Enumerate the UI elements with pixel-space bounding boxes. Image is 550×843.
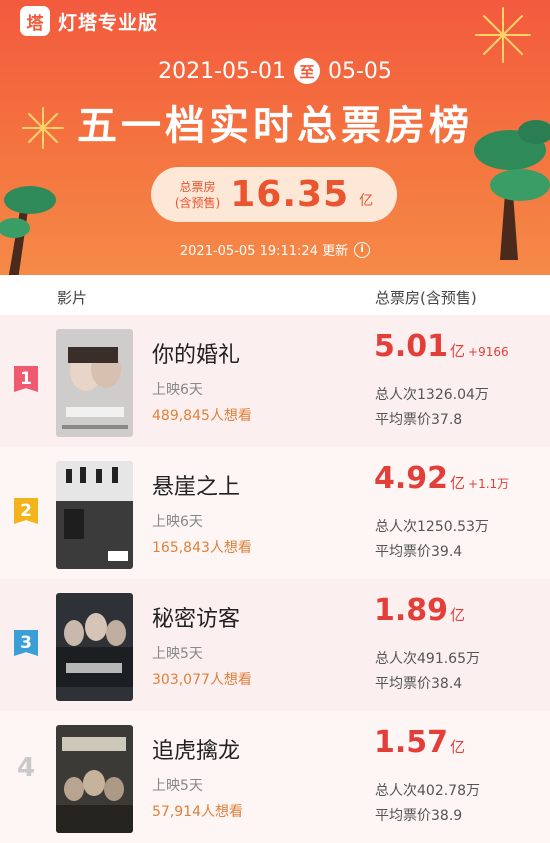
- box-office: 4.92 亿 +1.1万: [374, 461, 509, 496]
- rank-badge: 2: [14, 498, 38, 524]
- movie-title[interactable]: 你的婚礼: [152, 337, 240, 369]
- box-office-unit: 亿: [450, 738, 466, 756]
- movie-poster[interactable]: [56, 725, 133, 833]
- info-icon[interactable]: i: [354, 241, 371, 258]
- box-office-delta: +9166: [468, 345, 509, 359]
- rank-number: 4: [16, 753, 36, 783]
- movie-poster[interactable]: [56, 593, 133, 701]
- want-to-see: 165,843人想看: [152, 540, 252, 556]
- date-start: 2021-05-01: [158, 58, 286, 84]
- rank-badge: 1: [14, 366, 38, 392]
- page-title: 五一档实时总票房榜: [77, 103, 473, 149]
- release-days: 上映6天: [152, 514, 203, 530]
- rank-badge: 3: [14, 630, 38, 656]
- brand-logo-glyph: 塔: [26, 13, 44, 34]
- column-box-office: 总票房(含预售): [375, 289, 477, 307]
- update-timestamp: 2021-05-05 19:11:24 更新 i: [0, 240, 550, 259]
- date-range: 2021-05-01 至 05-05: [0, 58, 550, 84]
- want-to-see: 489,845人想看: [152, 408, 252, 424]
- average-price: 平均票价38.9: [375, 808, 463, 824]
- movie-poster[interactable]: [56, 461, 133, 569]
- average-price: 平均票价39.4: [375, 544, 463, 560]
- movie-title[interactable]: 秘密访客: [152, 601, 240, 633]
- box-office: 5.01 亿 +9166: [374, 329, 509, 364]
- release-days: 上映6天: [152, 382, 203, 398]
- movie-list: 1 你的婚礼 上映6天 489,845人想看 5.01 亿 +9166 总人次1…: [0, 315, 550, 843]
- brand: 塔 灯塔专业版: [20, 6, 158, 36]
- total-label: 总票房 (含预售): [175, 179, 220, 211]
- release-days: 上映5天: [152, 646, 203, 662]
- movie-title[interactable]: 追虎擒龙: [152, 733, 240, 765]
- header-banner: 塔 灯塔专业版 2021-05-01 至 05-05 五一档实时总票房榜 总票房…: [0, 0, 550, 275]
- movie-poster[interactable]: [56, 329, 133, 437]
- update-text: 2021-05-05 19:11:24 更新: [179, 244, 349, 259]
- box-office-unit: 亿: [450, 342, 466, 360]
- average-price: 平均票价37.8: [375, 412, 463, 428]
- total-viewers: 总人次491.65万: [375, 651, 480, 667]
- total-box-office-pill: 总票房 (含预售) 16.35 亿: [151, 167, 397, 222]
- pine-tree-icon: [0, 186, 56, 275]
- want-to-see: 57,914人想看: [152, 804, 243, 820]
- total-viewers: 总人次402.78万: [375, 783, 480, 799]
- average-price: 平均票价38.4: [375, 676, 463, 692]
- brand-name: 灯塔专业版: [58, 11, 159, 34]
- movie-row[interactable]: 3 秘密访客 上映5天 303,077人想看 1.89 亿 总人次491.65万…: [0, 579, 550, 711]
- box-office-unit: 亿: [450, 474, 466, 492]
- total-label-line1: 总票房: [179, 179, 216, 194]
- box-office-value: 1.89: [374, 593, 449, 628]
- column-header: 影片 总票房(含预售): [0, 275, 550, 315]
- want-to-see: 303,077人想看: [152, 672, 252, 688]
- date-to-badge: 至: [293, 58, 320, 84]
- lighthouse-logo-icon: 塔: [20, 6, 50, 36]
- total-value: 16.35: [230, 174, 350, 215]
- date-end: 05-05: [327, 58, 392, 84]
- box-office-value: 5.01: [374, 329, 449, 364]
- total-viewers: 总人次1250.53万: [375, 519, 489, 535]
- box-office-delta: +1.1万: [468, 477, 510, 491]
- total-label-line2: (含预售): [174, 195, 221, 210]
- box-office-value: 4.92: [374, 461, 449, 496]
- total-unit: 亿: [359, 192, 374, 209]
- box-office-value: 1.57: [374, 725, 449, 760]
- box-office: 1.57 亿: [374, 725, 468, 760]
- movie-title[interactable]: 悬崖之上: [152, 469, 240, 501]
- movie-row[interactable]: 1 你的婚礼 上映6天 489,845人想看 5.01 亿 +9166 总人次1…: [0, 315, 550, 447]
- movie-row[interactable]: 2 悬崖之上 上映6天 165,843人想看 4.92 亿 +1.1万 总人次1…: [0, 447, 550, 579]
- total-viewers: 总人次1326.04万: [375, 387, 489, 403]
- box-office: 1.89 亿: [374, 593, 468, 628]
- release-days: 上映5天: [152, 778, 203, 794]
- column-film: 影片: [57, 289, 88, 307]
- movie-row[interactable]: 4 追虎擒龙 上映5天 57,914人想看 1.57 亿 总人次402.78万 …: [0, 711, 550, 843]
- box-office-unit: 亿: [450, 606, 466, 624]
